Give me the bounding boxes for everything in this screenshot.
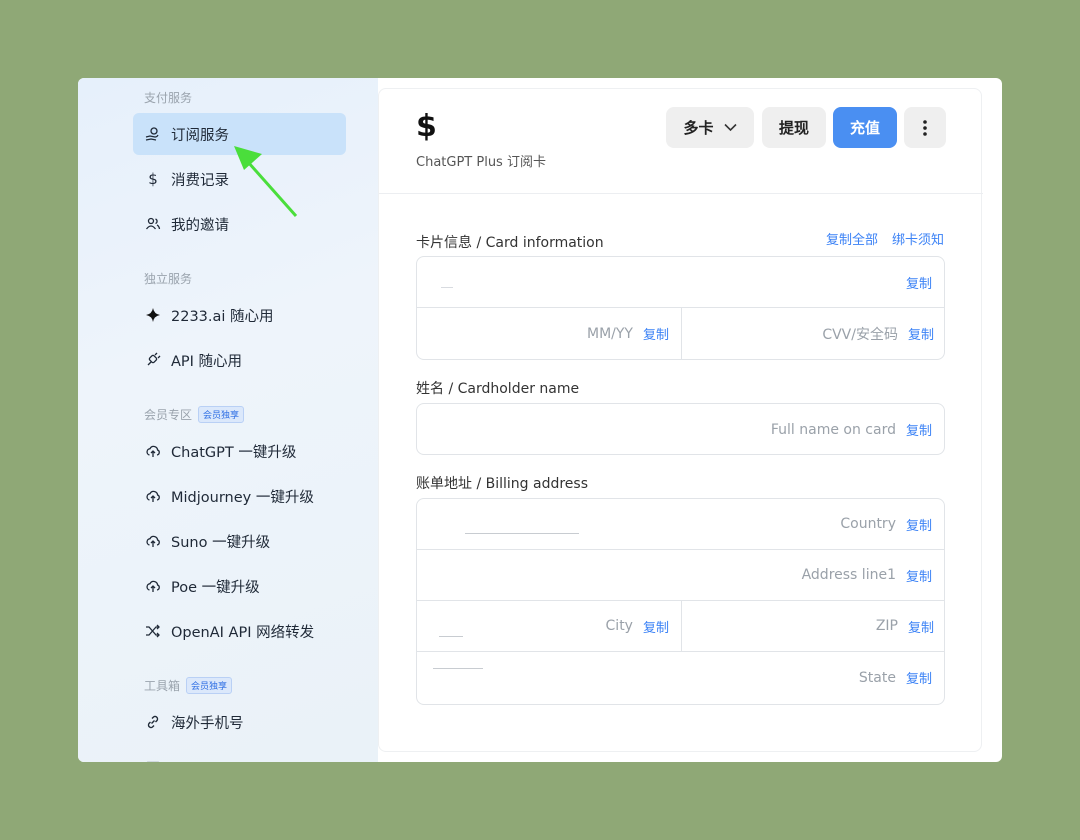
sidebar-item-phone[interactable]: 海外手机号 bbox=[133, 701, 346, 743]
card-info-actions: 复制全部 绑卡须知 bbox=[826, 229, 944, 248]
multi-card-dropdown[interactable]: 多卡 bbox=[666, 107, 754, 148]
chevron-down-icon bbox=[723, 123, 737, 132]
sidebar-item-midjourney-upgrade[interactable]: Midjourney 一键升级 bbox=[133, 475, 346, 517]
sidebar-item-partial[interactable] bbox=[133, 746, 346, 762]
zip-field[interactable]: ZIP bbox=[876, 618, 898, 634]
app-window: 支付服务 订阅服务 $ 消费记录 我的邀请 独立服务 2233.ai 随心用 A… bbox=[78, 78, 1002, 762]
card-type-label: ChatGPT Plus 订阅卡 bbox=[416, 155, 546, 170]
card-balance: $ bbox=[416, 109, 437, 144]
section-title-payment: 支付服务 bbox=[144, 91, 193, 105]
city-field[interactable]: City bbox=[606, 618, 633, 634]
link-icon bbox=[145, 714, 161, 730]
recharge-button[interactable]: 充值 bbox=[833, 107, 897, 148]
card-number-row: 复制 bbox=[417, 257, 944, 308]
shuffle-icon bbox=[145, 623, 161, 639]
hand-coin-icon bbox=[145, 126, 161, 142]
copy-address-button[interactable]: 复制 bbox=[906, 566, 932, 585]
sidebar-item-chatgpt-upgrade[interactable]: ChatGPT 一键升级 bbox=[133, 430, 346, 472]
country-field[interactable]: Country bbox=[840, 516, 896, 532]
address-line1-field[interactable]: Address line1 bbox=[802, 567, 896, 583]
cloud-upload-icon bbox=[145, 443, 161, 459]
sidebar-item-suno-upgrade[interactable]: Suno 一键升级 bbox=[133, 520, 346, 562]
green-arrow-annotation bbox=[234, 146, 298, 217]
expiry-field[interactable]: MM/YY bbox=[587, 326, 633, 342]
mail-icon bbox=[145, 759, 161, 762]
sidebar: 支付服务 订阅服务 $ 消费记录 我的邀请 独立服务 2233.ai 随心用 A… bbox=[78, 78, 378, 762]
state-row: State 复制 bbox=[417, 652, 944, 703]
copy-state-button[interactable]: 复制 bbox=[906, 668, 932, 687]
copy-card-number-button[interactable]: 复制 bbox=[906, 273, 932, 292]
copy-all-link[interactable]: 复制全部 bbox=[826, 229, 878, 248]
card-info-label: 卡片信息 / Card information bbox=[416, 235, 604, 251]
users-icon bbox=[145, 216, 161, 232]
section-title-standalone: 独立服务 bbox=[144, 272, 193, 286]
city-zip-row: City 复制 ZIP 复制 bbox=[417, 601, 944, 652]
cvv-field[interactable]: CVV/安全码 bbox=[822, 324, 898, 344]
copy-cvv-button[interactable]: 复制 bbox=[908, 324, 934, 343]
billing-box: Country 复制 Address line1 复制 City 复制 ZIP bbox=[416, 498, 945, 705]
address-row: Address line1 复制 bbox=[417, 550, 944, 601]
billing-label: 账单地址 / Billing address bbox=[416, 476, 588, 492]
cloud-upload-icon bbox=[145, 488, 161, 504]
sidebar-item-openai-forward[interactable]: OpenAI API 网络转发 bbox=[133, 610, 346, 652]
more-options-button[interactable] bbox=[904, 107, 946, 148]
sparkle-icon bbox=[145, 307, 161, 323]
sidebar-item-api[interactable]: API 随心用 bbox=[133, 339, 346, 381]
copy-cardholder-button[interactable]: 复制 bbox=[906, 420, 932, 439]
plug-icon bbox=[145, 352, 161, 368]
withdraw-button[interactable]: 提现 bbox=[762, 107, 826, 148]
copy-city-button[interactable]: 复制 bbox=[643, 617, 669, 636]
binding-notice-link[interactable]: 绑卡须知 bbox=[892, 229, 944, 248]
card-info-box: 复制 MM/YY 复制 CVV/安全码 复制 bbox=[416, 256, 945, 360]
more-vertical-icon bbox=[923, 119, 927, 136]
cardholder-box: Full name on card 复制 bbox=[416, 403, 945, 455]
cloud-upload-icon bbox=[145, 578, 161, 594]
section-title-toolbox: 工具箱 会员独享 bbox=[144, 677, 233, 694]
copy-country-button[interactable]: 复制 bbox=[906, 515, 932, 534]
expiry-cvv-row: MM/YY 复制 CVV/安全码 复制 bbox=[417, 308, 944, 359]
sidebar-item-poe-upgrade[interactable]: Poe 一键升级 bbox=[133, 565, 346, 607]
state-field[interactable]: State bbox=[859, 670, 896, 686]
copy-zip-button[interactable]: 复制 bbox=[908, 617, 934, 636]
cloud-upload-icon bbox=[145, 533, 161, 549]
cardholder-label: 姓名 / Cardholder name bbox=[416, 381, 580, 397]
members-badge: 会员独享 bbox=[198, 406, 245, 423]
card-detail-panel: $ ChatGPT Plus 订阅卡 多卡 提现 充值 卡片信息 / Card bbox=[378, 88, 983, 752]
cardholder-field[interactable]: Full name on card bbox=[771, 422, 896, 438]
copy-expiry-button[interactable]: 复制 bbox=[643, 324, 669, 343]
dollar-icon: $ bbox=[148, 170, 158, 188]
section-title-members: 会员专区 会员独享 bbox=[144, 406, 245, 423]
toolbox-badge: 会员独享 bbox=[186, 677, 233, 694]
card-header: $ ChatGPT Plus 订阅卡 多卡 提现 充值 bbox=[379, 89, 983, 194]
country-row: Country 复制 bbox=[417, 499, 944, 550]
sidebar-item-2233ai[interactable]: 2233.ai 随心用 bbox=[133, 294, 346, 336]
